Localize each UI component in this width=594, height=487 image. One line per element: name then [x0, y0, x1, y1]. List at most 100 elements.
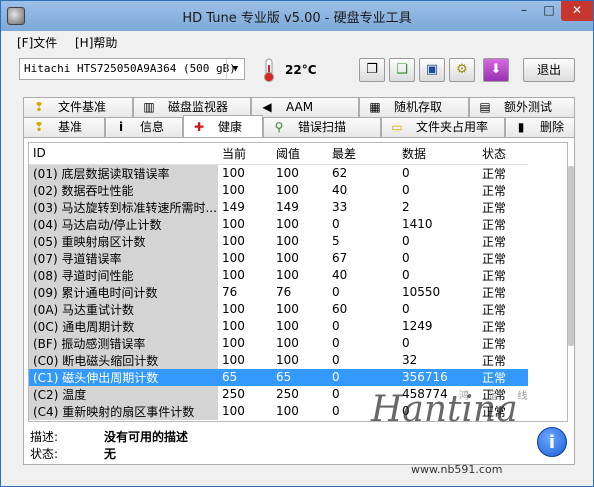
cell-status: 正常: [482, 200, 507, 215]
cell-id: (02) 数据吞吐性能: [29, 181, 218, 199]
minimize-button[interactable]: –: [511, 1, 537, 21]
temperature-readout: 22°C: [285, 63, 317, 77]
download-button[interactable]: ⬇: [483, 58, 509, 82]
tabs-row-1: ❢ 文件基准 ▥ 磁盘监视器 ◀ AAM ▦ 随机存取 ▤ 额外测试: [23, 97, 575, 117]
drive-select[interactable]: Hitachi HTS725050A9A364 (500 gB) ▼: [19, 58, 245, 80]
tab-folder-usage[interactable]: ▭ 文件夹占用率: [381, 117, 505, 137]
maximize-button[interactable]: □: [537, 1, 561, 21]
copy-all-button[interactable]: ❏: [389, 58, 415, 82]
cell-threshold: 100: [276, 166, 299, 180]
tab-benchmark[interactable]: ❢ 基准: [23, 117, 105, 137]
table-row[interactable]: (05) 重映射扇区计数 100 100 5 0 正常: [29, 232, 528, 250]
cell-id: (03) 马达旋转到标准转速所需时...: [29, 198, 218, 216]
col-header-current[interactable]: 当前: [218, 143, 272, 165]
table-row[interactable]: (BF) 振动感测错误率 100 100 0 0 正常: [29, 334, 528, 352]
cell-threshold: 100: [276, 336, 299, 350]
scrollbar-thumb[interactable]: [568, 166, 574, 346]
cell-current: 100: [222, 336, 245, 350]
cell-data: 1410: [402, 217, 433, 231]
drive-select-value: Hitachi HTS725050A9A364 (500 gB): [24, 62, 236, 75]
cell-current: 100: [222, 353, 245, 367]
tab-extra-tests[interactable]: ▤ 额外测试: [469, 97, 575, 117]
table-header: ID 当前 阈值 最差 数据 状态: [29, 143, 528, 165]
benchmark-icon: ❢: [33, 120, 45, 134]
cell-threshold: 100: [276, 251, 299, 265]
table-row[interactable]: (02) 数据吞吐性能 100 100 40 0 正常: [29, 181, 528, 199]
col-header-worst[interactable]: 最差: [328, 143, 398, 165]
title-bar: HD Tune 专业版 v5.00 - 硬盘专业工具 – □ ✕: [1, 1, 593, 31]
cell-worst: 62: [332, 166, 348, 180]
save-button[interactable]: ▣: [419, 58, 445, 82]
cell-id: (04) 马达启动/停止计数: [29, 215, 218, 233]
toolbar: Hitachi HTS725050A9A364 (500 gB) ▼ 22°C …: [3, 53, 591, 93]
error-scan-icon: ⚲: [274, 120, 284, 134]
cell-threshold: 65: [272, 368, 328, 386]
col-header-data[interactable]: 数据: [398, 143, 478, 165]
col-header-id[interactable]: ID: [29, 143, 218, 165]
cell-current: 100: [222, 404, 245, 418]
tab-health[interactable]: ✚ 健康: [183, 115, 263, 137]
exit-button[interactable]: 退出: [523, 58, 575, 82]
cell-current: 100: [222, 251, 245, 265]
cell-worst: 0: [332, 285, 340, 299]
status-label: 状态:: [30, 447, 59, 461]
tab-error-scan[interactable]: ⚲ 错误扫描: [263, 117, 381, 137]
tab-file-benchmark[interactable]: ❢ 文件基准: [23, 97, 133, 117]
cell-id: (C4) 重新映射的扇区事件计数: [29, 402, 218, 420]
table-row[interactable]: (03) 马达旋转到标准转速所需时... 149 149 33 2 正常: [29, 198, 528, 216]
cell-data: 0: [402, 268, 410, 282]
cell-id: (BF) 振动感测错误率: [29, 334, 218, 352]
table-row[interactable]: (07) 寻道错误率 100 100 67 0 正常: [29, 249, 528, 267]
tab-aam[interactable]: ◀ AAM: [251, 97, 359, 117]
save-icon: ▣: [425, 62, 439, 77]
cell-current: 100: [222, 217, 245, 231]
menu-help[interactable]: [H]帮助: [71, 34, 121, 51]
table-row[interactable]: (0C) 通电周期计数 100 100 0 1249 正常: [29, 317, 528, 335]
cell-data: 0: [402, 302, 410, 316]
info-icon: i: [118, 120, 124, 134]
cell-current: 100: [222, 183, 245, 197]
cell-status: 正常: [482, 302, 507, 317]
col-header-threshold[interactable]: 阈值: [272, 143, 328, 165]
cell-id: (09) 累计通电时间计数: [29, 283, 218, 301]
cell-id: (0A) 马达重试计数: [29, 300, 218, 318]
speaker-icon: ◀: [262, 100, 272, 114]
cell-threshold: 100: [276, 319, 299, 333]
chevron-down-icon[interactable]: ▼: [226, 59, 244, 79]
table-row[interactable]: (08) 寻道时间性能 100 100 40 0 正常: [29, 266, 528, 284]
watermark: 鸿 运 线 Hantina i www.nb591.com: [371, 379, 583, 483]
cell-status: 正常: [482, 251, 507, 266]
description-label: 描述:: [30, 430, 59, 444]
table-row[interactable]: (01) 底层数据读取错误率 100 100 62 0 正常: [29, 164, 528, 182]
thermometer-icon: [264, 58, 274, 82]
table-row[interactable]: (04) 马达启动/停止计数 100 100 0 1410 正常: [29, 215, 528, 233]
settings-button[interactable]: ⚙: [449, 58, 475, 82]
cell-status: 正常: [482, 234, 507, 249]
close-button[interactable]: ✕: [561, 1, 593, 21]
cell-worst: 0: [332, 217, 340, 231]
info-badge-icon[interactable]: i: [537, 427, 567, 457]
menu-file[interactable]: [F]文件: [13, 34, 61, 51]
cell-threshold: 100: [276, 268, 299, 282]
copy-button[interactable]: ❐: [359, 58, 385, 82]
tab-info[interactable]: i 信息: [105, 117, 183, 137]
copy-all-icon: ❏: [396, 62, 408, 77]
status-value: 无: [104, 447, 117, 461]
tab-disk-monitor[interactable]: ▥ 磁盘监视器: [133, 97, 251, 117]
watermark-url: www.nb591.com: [411, 463, 503, 476]
cell-status: 正常: [482, 166, 507, 181]
table-row[interactable]: (C0) 断电磁头缩回计数 100 100 0 32 正常: [29, 351, 528, 369]
cell-worst: 40: [332, 183, 348, 197]
table-row[interactable]: (09) 累计通电时间计数 76 76 0 10550 正常: [29, 283, 528, 301]
tab-random-access[interactable]: ▦ 随机存取: [359, 97, 469, 117]
tab-erase[interactable]: ▮ 删除: [505, 117, 575, 137]
cell-data: 1249: [402, 319, 433, 333]
cell-current: 76: [222, 285, 238, 299]
cell-threshold: 100: [276, 183, 299, 197]
cell-worst: 33: [332, 200, 348, 214]
table-row[interactable]: (0A) 马达重试计数 100 100 60 0 正常: [29, 300, 528, 318]
watermark-script: Hantina: [371, 389, 518, 430]
cell-threshold: 100: [276, 234, 299, 248]
col-header-status[interactable]: 状态: [478, 143, 528, 165]
health-icon: ✚: [193, 120, 205, 134]
